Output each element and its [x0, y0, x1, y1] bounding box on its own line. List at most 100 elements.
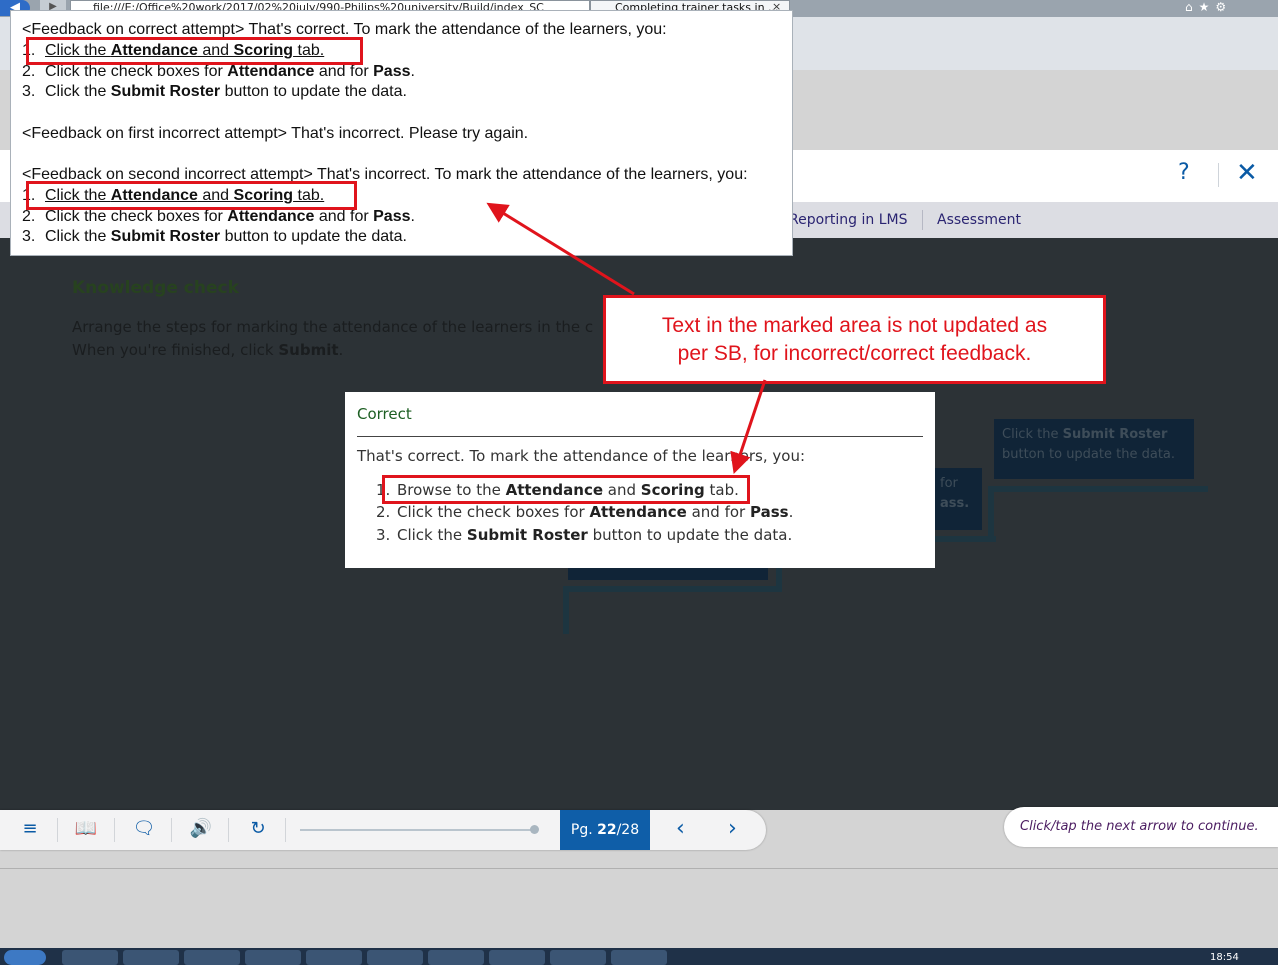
- toolbar-divider: [57, 818, 58, 842]
- instruction-line-2: When you're finished, click Submit.: [72, 339, 593, 362]
- step-text-suffix: button to update the data.: [1002, 447, 1176, 462]
- step-bold: Pass: [373, 208, 411, 225]
- page-bottom-gray-area: [0, 868, 1278, 949]
- step-text: Click the: [45, 83, 111, 100]
- step-number: 2.: [22, 208, 36, 225]
- step-bold: Attendance: [227, 208, 315, 225]
- highlight-box: [382, 475, 750, 504]
- step-bold: Submit Roster: [110, 83, 221, 100]
- feedback-intro: That's correct. To mark the attendance o…: [357, 447, 806, 465]
- tab-reporting-in-lms[interactable]: Reporting in LMS: [789, 202, 908, 238]
- staircase-line: [988, 486, 1208, 492]
- step-text: Click the check boxes for: [45, 208, 228, 225]
- step-text: button to update the data.: [220, 228, 407, 245]
- step-number: 3.: [22, 228, 36, 245]
- review-comment-callout: Text in the marked area is not updated a…: [603, 295, 1106, 384]
- step-text: .: [410, 208, 415, 225]
- instruction-text: When you're finished, click: [72, 341, 279, 359]
- step-bold: Submit Roster: [1062, 427, 1168, 442]
- feedback-divider: [357, 436, 923, 437]
- taskbar-app-powerpoint[interactable]: [489, 950, 545, 965]
- menu-icon[interactable]: ≡: [12, 818, 48, 839]
- taskbar-app-explorer[interactable]: [306, 950, 362, 965]
- step-bold: Pass: [373, 63, 411, 80]
- staircase-line: [563, 586, 569, 634]
- step-bold: Attendance: [589, 503, 687, 521]
- nav-divider: [922, 210, 923, 230]
- step-bold: Submit Roster: [110, 228, 221, 245]
- step-text: Click the: [45, 228, 111, 245]
- settings-gear-icon[interactable]: ⚙: [1215, 0, 1232, 14]
- header-divider: [1218, 163, 1219, 187]
- staircase-line: [988, 486, 994, 536]
- step-text: and for: [314, 63, 374, 80]
- toolbar-divider: [114, 818, 115, 842]
- feedback-step: 3. Click the Submit Roster button to upda…: [376, 526, 792, 544]
- step-text: .: [788, 503, 794, 521]
- toolbar-divider: [228, 818, 229, 842]
- taskbar-app[interactable]: [184, 950, 240, 965]
- doc-step: 2. Click the check boxes for Attendance a…: [22, 63, 415, 81]
- transcript-speech-icon[interactable]: 🗨: [126, 818, 162, 839]
- highlight-box: [26, 37, 363, 65]
- audio-volume-icon[interactable]: 🔊: [183, 818, 219, 839]
- close-course-button[interactable]: ✕: [1236, 158, 1258, 188]
- step-bold: Submit Roster: [466, 526, 588, 544]
- taskbar-app-skype[interactable]: [550, 950, 606, 965]
- taskbar-app[interactable]: [611, 950, 667, 965]
- browser-toolbar-icons[interactable]: ⌂★⚙: [1185, 0, 1232, 14]
- taskbar-app-ie[interactable]: [62, 950, 118, 965]
- step-number: 3.: [376, 526, 391, 544]
- help-button[interactable]: ?: [1178, 160, 1190, 185]
- step-number: 2.: [22, 63, 36, 80]
- step-text: Click the check boxes for: [45, 63, 228, 80]
- callout-line-1: Text in the marked area is not updated a…: [661, 314, 1048, 337]
- step-text: Click the check boxes for: [397, 503, 590, 521]
- taskbar-app-chrome[interactable]: [123, 950, 179, 965]
- page-indicator: Pg. 22/28: [560, 810, 650, 850]
- step-text: Click the: [1002, 427, 1063, 442]
- progress-slider[interactable]: [300, 829, 535, 831]
- taskbar-app[interactable]: [245, 950, 301, 965]
- taskbar-app-firefox[interactable]: [367, 950, 423, 965]
- tab-assessment[interactable]: Assessment: [937, 202, 1021, 238]
- favorites-star-icon[interactable]: ★: [1199, 0, 1216, 14]
- taskbar-clock: 18:54: [1210, 952, 1239, 963]
- callout-line-2: per SB, for incorrect/correct feedback.: [677, 342, 1032, 365]
- instruction-bold: Submit: [278, 341, 339, 359]
- step-text: .: [410, 63, 415, 80]
- home-icon[interactable]: ⌂: [1185, 0, 1199, 14]
- instruction-line-1: Arrange the steps for marking the attend…: [72, 318, 594, 336]
- instruction-suffix: .: [338, 341, 344, 359]
- feedback-title: Correct: [357, 405, 412, 423]
- step-text: button to update the data.: [587, 526, 793, 544]
- knowledge-check-instructions: Arrange the steps for marking the attend…: [72, 316, 593, 362]
- step-text-fragment: for: [940, 476, 958, 491]
- toolbar-divider: [171, 818, 172, 842]
- highlight-box: [26, 181, 357, 210]
- drag-step-submit-roster[interactable]: Click the Submit Roster button to update…: [994, 419, 1194, 479]
- step-text: Click the: [397, 526, 467, 544]
- doc-step: 3. Click the Submit Roster button to upda…: [22, 83, 407, 101]
- prev-page-button[interactable]: ‹: [676, 816, 685, 841]
- next-page-button[interactable]: ›: [728, 816, 737, 841]
- doc-step: 3. Click the Submit Roster button to upda…: [22, 228, 407, 246]
- page-total: /28: [616, 822, 640, 838]
- step-number: 3.: [22, 83, 36, 100]
- continue-hint: Click/tap the next arrow to continue.: [1004, 807, 1278, 847]
- taskbar-app[interactable]: [428, 950, 484, 965]
- step-text: button to update the data.: [220, 83, 407, 100]
- knowledge-check-title: Knowledge check: [72, 278, 239, 298]
- staircase-line: [563, 586, 782, 592]
- glossary-book-icon[interactable]: 📖: [68, 818, 104, 839]
- start-button[interactable]: [4, 950, 46, 965]
- progress-handle[interactable]: [530, 825, 539, 834]
- feedback-step: 2. Click the check boxes for Attendance a…: [376, 503, 793, 521]
- doc-first-incorrect-feedback: <Feedback on first incorrect attempt> Th…: [22, 125, 529, 142]
- step-text: and for: [686, 503, 750, 521]
- page-label: Pg.: [570, 822, 598, 838]
- step-text: and for: [314, 208, 374, 225]
- replay-icon[interactable]: ↻: [240, 818, 276, 839]
- step-number: 2.: [376, 503, 391, 521]
- step-bold: Attendance: [227, 63, 315, 80]
